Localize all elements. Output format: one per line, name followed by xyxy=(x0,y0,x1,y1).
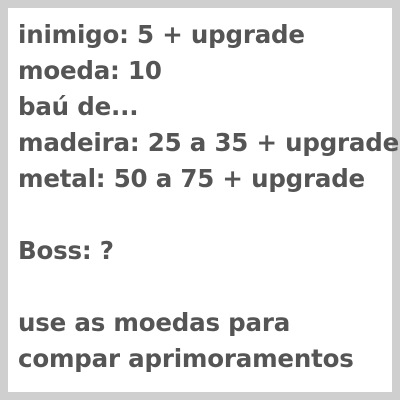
tip-line-2: compar aprimoramentos xyxy=(18,344,354,373)
enemy-reward-line: inimigo: 5 + upgrade xyxy=(18,20,305,49)
tip-line-1: use as moedas para xyxy=(18,308,291,337)
chest-heading-line: baú de... xyxy=(18,92,139,121)
boss-reward-line: Boss: ? xyxy=(18,236,114,265)
coin-reward-line: moeda: 10 xyxy=(18,56,162,85)
screen-frame: inimigo: 5 + upgrade moeda: 10 baú de...… xyxy=(0,0,400,400)
rewards-text-block: inimigo: 5 + upgrade moeda: 10 baú de...… xyxy=(18,17,399,377)
wood-chest-line: madeira: 25 a 35 + upgrade xyxy=(18,128,400,157)
metal-chest-line: metal: 50 a 75 + upgrade xyxy=(18,164,365,193)
info-panel: inimigo: 5 + upgrade moeda: 10 baú de...… xyxy=(8,8,399,392)
